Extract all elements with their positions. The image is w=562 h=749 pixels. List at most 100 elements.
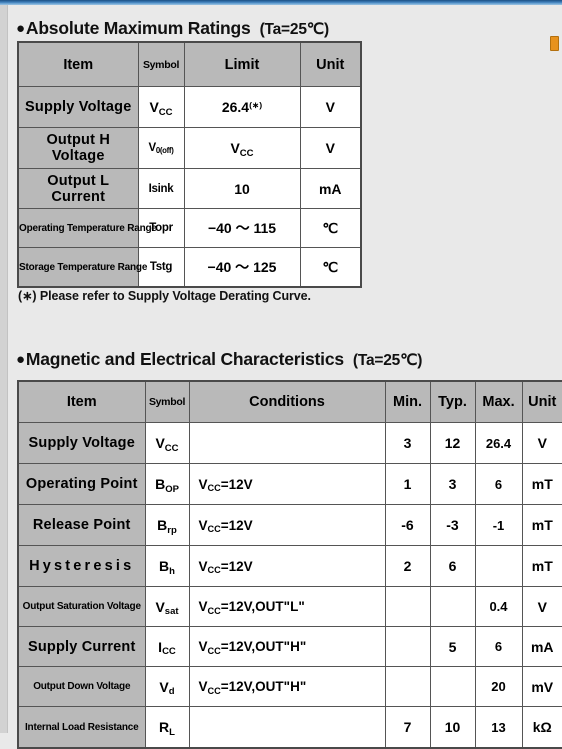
row-item-label: Internal Load Resistance [17, 706, 146, 749]
row-conditions: VCC=12V,OUT"L" [188, 586, 386, 627]
row-item-label: Supply Current [17, 626, 146, 667]
row-unit: ℃ [299, 208, 362, 248]
row-conditions: VCC=12V [188, 463, 386, 505]
column-header-typ: Typ. [429, 380, 476, 423]
magnetic-electrical-characteristics-table: Item Symbol Conditions Min. Typ. Max. Un… [17, 380, 562, 749]
row-symbol: BOP [144, 463, 190, 505]
row-conditions: VCC=12V,OUT"H" [188, 626, 386, 667]
row-conditions: VCC=12V [188, 504, 386, 546]
row-unit: V [299, 86, 362, 128]
row-unit: mA [521, 626, 562, 667]
row-max: 6 [474, 463, 523, 505]
column-header-symbol: Symbol [137, 41, 185, 87]
row-item-label: Output L Current [17, 168, 139, 209]
row-limit: −40 ～ 125 [183, 247, 301, 288]
row-typ: 6 [429, 545, 476, 587]
table-row: Output L Current Isink 10 mA [17, 168, 362, 209]
column-header-unit: Unit [521, 380, 562, 423]
row-item-label: Storage Temperature Range [17, 247, 147, 288]
row-unit: V [521, 422, 562, 464]
row-conditions: VCC=12V,OUT"H" [188, 666, 386, 707]
table-header-row: Item Symbol Limit Unit [17, 41, 362, 87]
row-symbol: VCC [137, 86, 185, 128]
row-min: 3 [384, 422, 431, 464]
row-min [384, 586, 431, 627]
row-symbol: Vd [144, 666, 190, 707]
row-max: 6 [474, 626, 523, 667]
table-row: Output H Voltage V0(off) VCC V [17, 127, 362, 169]
viewer-left-gutter [0, 5, 8, 733]
column-header-symbol: Symbol [144, 380, 190, 423]
table-row: Output Saturation Voltage Vsat VCC=12V,OUT… [17, 586, 562, 627]
table-row: Operating Point BOP VCC=12V 1 3 6 mT [17, 463, 562, 505]
row-min [384, 626, 431, 667]
row-max: 26.4 [474, 422, 523, 464]
row-item-label: Operating Point [17, 463, 146, 505]
row-unit: V [299, 127, 362, 169]
row-min: 1 [384, 463, 431, 505]
row-symbol: V0(off) [137, 127, 185, 169]
table-row: Release Point Brp VCC=12V -6 -3 -1 mT [17, 504, 562, 546]
section-condition: (Ta=25℃) [352, 352, 423, 369]
row-symbol: VCC [144, 422, 190, 464]
row-item-label: Hysteresis [17, 545, 146, 587]
row-typ: 10 [429, 706, 476, 749]
row-min: 2 [384, 545, 431, 587]
section-title: Absolute Maximum Ratings [25, 18, 251, 38]
row-unit: mT [521, 504, 562, 546]
column-header-item: Item [17, 41, 139, 87]
column-header-max: Max. [474, 380, 523, 423]
section-title: Magnetic and Electrical Characteristics [25, 349, 344, 369]
footnote-derating-curve: (∗) Please refer to Supply Voltage Derat… [18, 289, 311, 303]
row-typ [429, 666, 476, 707]
table-row: Storage Temperature Range Tstg −40 ～ 125… [17, 247, 362, 288]
row-limit: 26.4(∗) [183, 86, 301, 128]
table-row: Supply Current ICC VCC=12V,OUT"H" 5 6 mA [17, 626, 562, 667]
row-symbol: Isink [137, 168, 185, 209]
row-unit: V [521, 586, 562, 627]
row-symbol: ICC [144, 626, 190, 667]
row-conditions [188, 706, 386, 749]
row-symbol: Brp [144, 504, 190, 546]
row-item-label: Release Point [17, 504, 146, 546]
row-min: -6 [384, 504, 431, 546]
row-typ: -3 [429, 504, 476, 546]
column-header-conditions: Conditions [188, 380, 386, 423]
section-heading-absolute-maximum-ratings: ● Absolute Maximum Ratings (Ta=25℃) [16, 18, 329, 39]
row-limit: −40 ～ 115 [183, 208, 301, 248]
row-symbol: Bh [144, 545, 190, 587]
row-unit: mT [521, 463, 562, 505]
column-header-item: Item [17, 380, 146, 423]
row-limit: VCC [183, 127, 301, 169]
row-unit: mA [299, 168, 362, 209]
row-symbol: Vsat [144, 586, 190, 627]
row-limit: 10 [183, 168, 301, 209]
bullet-icon: ● [16, 351, 25, 368]
row-unit: ℃ [299, 247, 362, 288]
column-header-limit: Limit [183, 41, 301, 87]
column-header-unit: Unit [299, 41, 362, 87]
datasheet-page: ● Absolute Maximum Ratings (Ta=25℃) Item… [8, 5, 562, 749]
row-item-label: Supply Voltage [17, 422, 146, 464]
row-conditions: VCC=12V [188, 545, 386, 587]
row-item-label: Output Saturation Voltage [17, 586, 146, 627]
row-typ: 3 [429, 463, 476, 505]
row-item-label: Supply Voltage [17, 86, 139, 128]
bullet-icon: ● [16, 20, 25, 37]
row-max: -1 [474, 504, 523, 546]
row-conditions [188, 422, 386, 464]
row-unit: kΩ [521, 706, 562, 749]
table-row: Supply Voltage VCC 3 12 26.4 V [17, 422, 562, 464]
row-min: 7 [384, 706, 431, 749]
row-max: 20 [474, 666, 523, 707]
row-unit: mV [521, 666, 562, 707]
row-max [474, 545, 523, 587]
row-item-label: Output H Voltage [17, 127, 139, 169]
row-max: 0.4 [474, 586, 523, 627]
column-header-min: Min. [384, 380, 431, 423]
absolute-maximum-ratings-table: Item Symbol Limit Unit Supply Voltage VC… [17, 41, 362, 288]
row-typ: 5 [429, 626, 476, 667]
row-symbol: RL [144, 706, 190, 749]
row-item-label: Output Down Voltage [17, 666, 146, 707]
table-row: Internal Load Resistance RL 7 10 13 kΩ [17, 706, 562, 749]
